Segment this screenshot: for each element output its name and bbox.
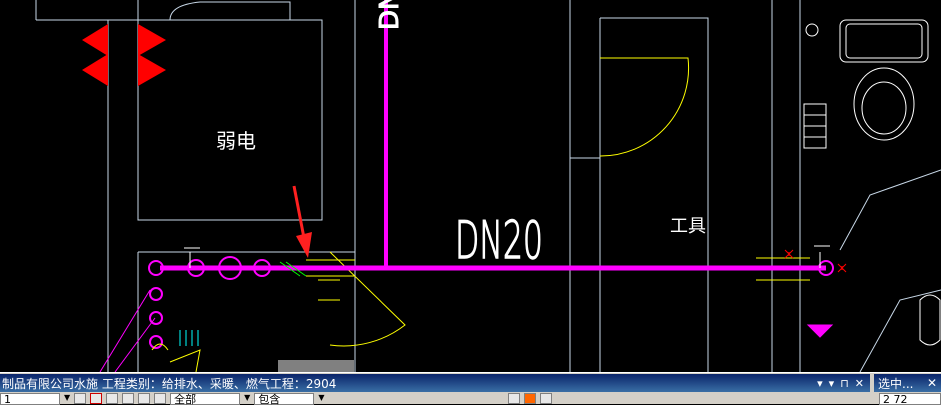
chevron-down-icon[interactable]: ▼ <box>64 393 70 403</box>
chevron-down-icon[interactable]: ▼ <box>244 393 250 403</box>
pencil-icon[interactable] <box>508 393 521 404</box>
project-title-bar: 制品有限公司水施 工程类别：给排水、采暖、燃气工程：2904 ▾ ▾ ⊓ ✕ <box>0 374 870 392</box>
vertical-pipe-label: DN <box>375 0 405 30</box>
color-swatch-icon[interactable] <box>524 393 537 404</box>
selection-panel-title[interactable]: 选中... ✕ <box>874 374 941 392</box>
filter-icon[interactable] <box>106 393 119 404</box>
project-title: 制品有限公司水施 工程类别：给排水、采暖、燃气工程：2904 <box>2 376 337 391</box>
close-icon[interactable]: ✕ <box>927 376 941 390</box>
layer-select[interactable]: 全部 <box>170 393 241 405</box>
selection-value-field[interactable]: 2 72 <box>879 393 941 405</box>
chevron-down-icon[interactable]: ▼ <box>318 393 324 403</box>
dropdown-arrow-icon[interactable]: ▾ <box>829 377 835 390</box>
cad-drawing-canvas[interactable]: 弱电 DN20 工具 DN <box>0 0 941 372</box>
layer-icon[interactable] <box>138 393 151 404</box>
include-select[interactable]: 包含 <box>254 393 315 405</box>
close-icon[interactable]: ✕ <box>855 377 864 390</box>
cross-icon[interactable] <box>90 393 103 404</box>
pin-icon[interactable]: ⊓ <box>840 377 849 390</box>
refresh-icon[interactable] <box>540 393 553 404</box>
toolbar-row: 1 ▼ 全部 ▼ 包含 ▼ 2 72 <box>0 393 941 405</box>
bottom-status-panel: 制品有限公司水施 工程类别：给排水、采暖、燃气工程：2904 ▾ ▾ ⊓ ✕ 选… <box>0 372 941 405</box>
grid-icon[interactable] <box>122 393 135 404</box>
pipe-size-label: DN20 <box>455 211 543 271</box>
dropdown-arrow-icon[interactable]: ▾ <box>817 377 823 390</box>
room-label-tools: 工具 <box>670 216 706 237</box>
room-label-weak-current: 弱电 <box>216 129 256 153</box>
scale-field[interactable]: 1 <box>0 393 60 405</box>
selection-panel-label: 选中... <box>878 376 914 391</box>
print-icon[interactable] <box>154 393 167 404</box>
check-icon[interactable] <box>74 393 87 404</box>
